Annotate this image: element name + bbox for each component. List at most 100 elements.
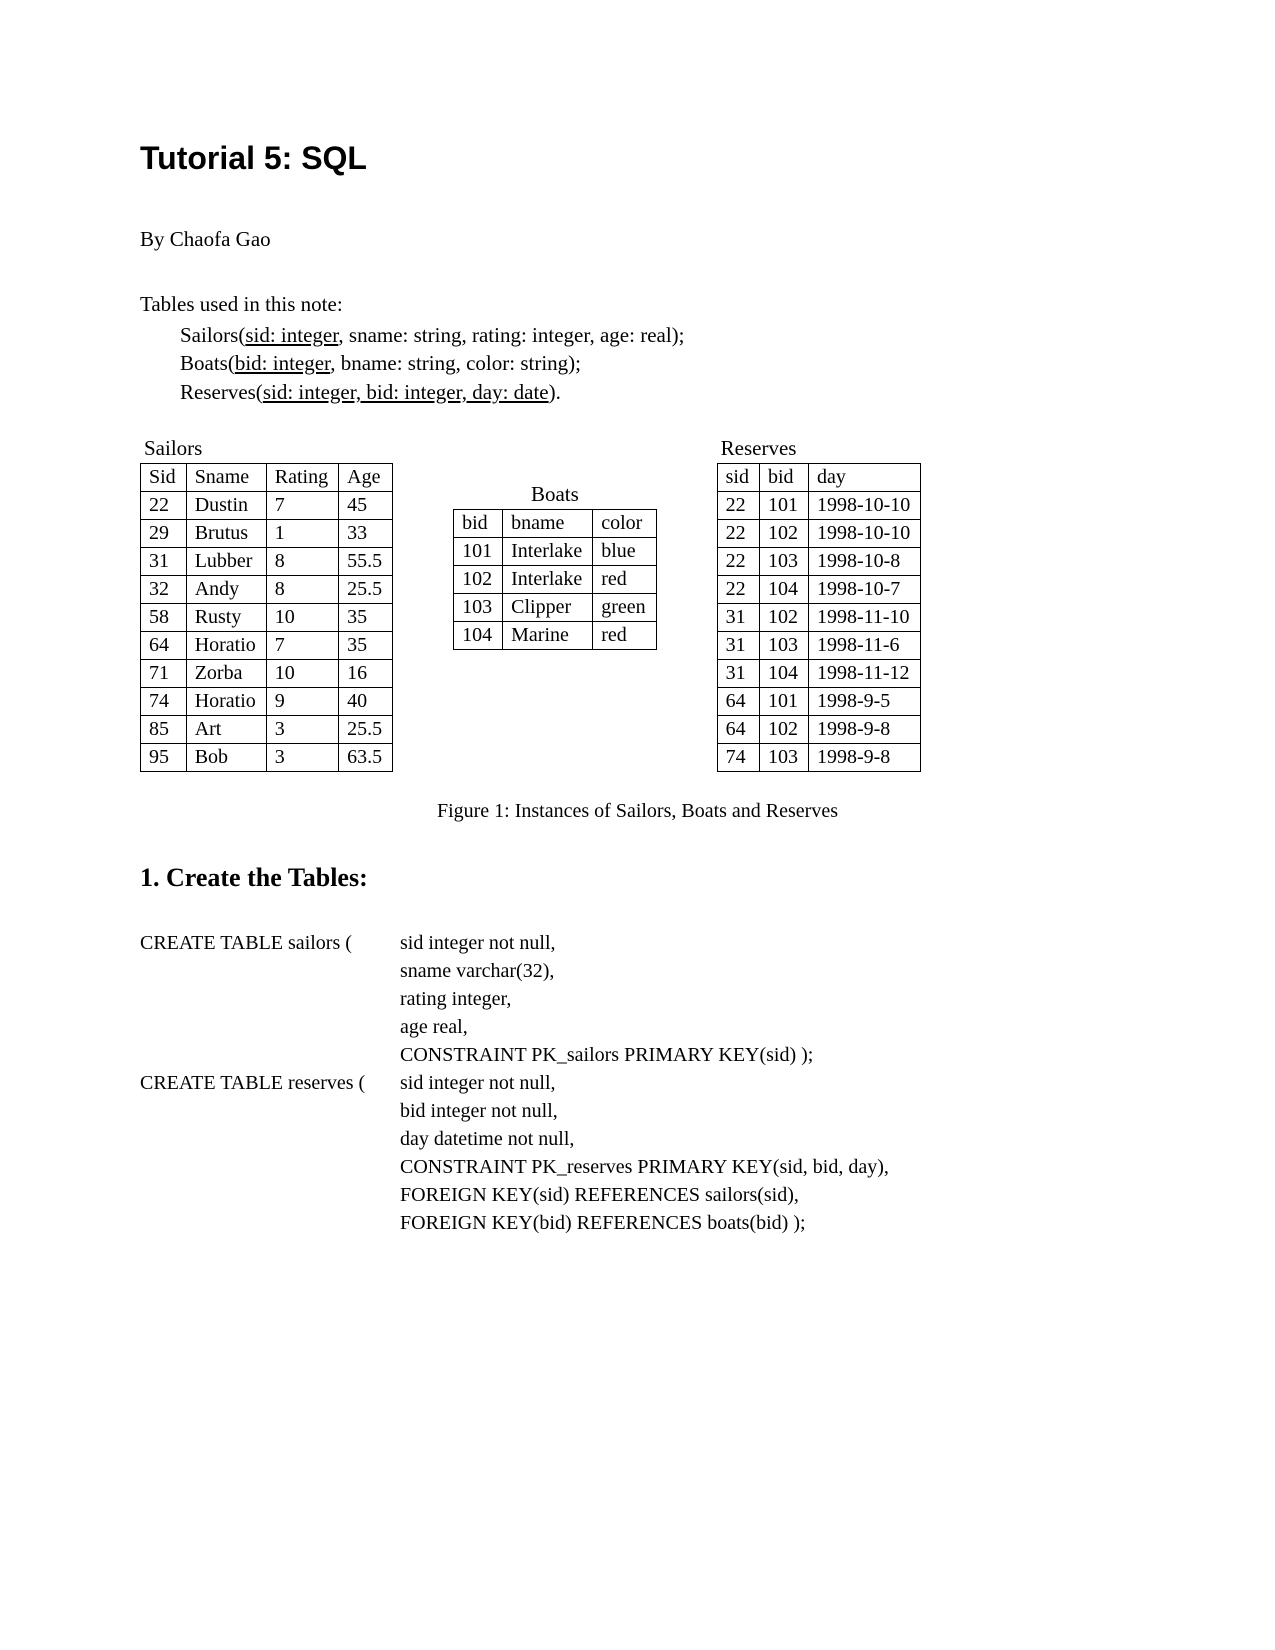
table-cell: 10: [266, 604, 338, 632]
boats-title: Boats: [453, 482, 657, 507]
table-cell: 1998-10-8: [808, 548, 920, 576]
table-cell: 1998-9-5: [808, 688, 920, 716]
table-header-cell: bid: [454, 510, 503, 538]
sql-line-right: rating integer,: [400, 985, 1135, 1013]
table-cell: 1998-10-10: [808, 520, 920, 548]
sql-line-left: [140, 985, 400, 1013]
schema-boats: Boats(bid: integer, bname: string, color…: [180, 349, 1135, 377]
table-cell: 64: [141, 632, 187, 660]
table-row: 103Clippergreen: [454, 594, 657, 622]
table-cell: 8: [266, 548, 338, 576]
sql-line-left: [140, 957, 400, 985]
table-cell: 1998-11-10: [808, 604, 920, 632]
sql-line-right: FOREIGN KEY(bid) REFERENCES boats(bid) )…: [400, 1209, 1135, 1237]
table-cell: 63.5: [339, 744, 393, 772]
author-line: By Chaofa Gao: [140, 227, 1135, 252]
table-cell: 8: [266, 576, 338, 604]
table-cell: 101: [759, 492, 808, 520]
table-cell: red: [593, 622, 656, 650]
sql-line: CONSTRAINT PK_reserves PRIMARY KEY(sid, …: [140, 1153, 1135, 1181]
table-cell: 35: [339, 604, 393, 632]
table-cell: Marine: [503, 622, 593, 650]
table-cell: Andy: [186, 576, 266, 604]
table-cell: 102: [759, 604, 808, 632]
table-cell: 29: [141, 520, 187, 548]
table-row: 95Bob363.5: [141, 744, 393, 772]
schema-reserves-rest: ).: [549, 380, 561, 404]
reserves-table: sidbidday221011998-10-10221021998-10-102…: [717, 463, 922, 772]
table-row: 32Andy825.5: [141, 576, 393, 604]
table-row: 29Brutus133: [141, 520, 393, 548]
table-cell: 103: [759, 632, 808, 660]
table-header-cell: day: [808, 464, 920, 492]
sailors-table: SidSnameRatingAge22Dustin74529Brutus1333…: [140, 463, 393, 772]
table-cell: 31: [717, 604, 759, 632]
table-row: 741031998-9-8: [717, 744, 921, 772]
table-cell: 3: [266, 716, 338, 744]
schema-sailors-rest: , sname: string, rating: integer, age: r…: [338, 323, 684, 347]
table-cell: 1: [266, 520, 338, 548]
table-cell: 95: [141, 744, 187, 772]
table-cell: 1998-9-8: [808, 744, 920, 772]
table-header-cell: Sname: [186, 464, 266, 492]
table-cell: 33: [339, 520, 393, 548]
table-cell: 101: [454, 538, 503, 566]
sql-line-right: sid integer not null,: [400, 1069, 1135, 1097]
table-row: 31Lubber855.5: [141, 548, 393, 576]
table-cell: 104: [759, 660, 808, 688]
schema-boats-key: bid: integer: [235, 351, 330, 375]
section-heading: 1. Create the Tables:: [140, 863, 1135, 893]
sql-line-left: [140, 1181, 400, 1209]
table-cell: 10: [266, 660, 338, 688]
sql-line-right: sid integer not null,: [400, 929, 1135, 957]
table-row: 71Zorba1016: [141, 660, 393, 688]
table-cell: 55.5: [339, 548, 393, 576]
schema-reserves-name: Reserves(: [180, 380, 263, 404]
sql-line-right: day datetime not null,: [400, 1125, 1135, 1153]
sql-line-left: [140, 1013, 400, 1041]
table-cell: 102: [759, 520, 808, 548]
table-row: 221021998-10-10: [717, 520, 921, 548]
table-cell: 7: [266, 492, 338, 520]
table-cell: Zorba: [186, 660, 266, 688]
table-cell: 22: [141, 492, 187, 520]
table-header-cell: bname: [503, 510, 593, 538]
sql-line-right: FOREIGN KEY(sid) REFERENCES sailors(sid)…: [400, 1181, 1135, 1209]
table-cell: 58: [141, 604, 187, 632]
table-cell: 7: [266, 632, 338, 660]
table-cell: 22: [717, 520, 759, 548]
table-header-cell: color: [593, 510, 656, 538]
boats-table: bidbnamecolor101Interlakeblue102Interlak…: [453, 509, 657, 650]
table-row: 221031998-10-8: [717, 548, 921, 576]
table-cell: Art: [186, 716, 266, 744]
table-header-cell: Sid: [141, 464, 187, 492]
sql-line: day datetime not null,: [140, 1125, 1135, 1153]
table-cell: 1998-11-12: [808, 660, 920, 688]
sql-line-left: [140, 1153, 400, 1181]
sql-line: rating integer,: [140, 985, 1135, 1013]
sailors-block: Sailors SidSnameRatingAge22Dustin74529Br…: [140, 436, 393, 772]
table-cell: 22: [717, 576, 759, 604]
table-cell: 1998-11-6: [808, 632, 920, 660]
table-header-cell: bid: [759, 464, 808, 492]
table-cell: 3: [266, 744, 338, 772]
table-cell: 71: [141, 660, 187, 688]
table-cell: 35: [339, 632, 393, 660]
table-cell: green: [593, 594, 656, 622]
sql-line-right: CONSTRAINT PK_sailors PRIMARY KEY(sid) )…: [400, 1041, 1135, 1069]
table-cell: 103: [759, 548, 808, 576]
table-row: 221011998-10-10: [717, 492, 921, 520]
sql-line-left: CREATE TABLE sailors (: [140, 929, 400, 957]
table-cell: Lubber: [186, 548, 266, 576]
table-cell: 103: [759, 744, 808, 772]
figure-caption: Figure 1: Instances of Sailors, Boats an…: [140, 800, 1135, 823]
table-cell: 31: [717, 632, 759, 660]
table-cell: Horatio: [186, 632, 266, 660]
table-row: 102Interlakered: [454, 566, 657, 594]
sql-line: age real,: [140, 1013, 1135, 1041]
table-cell: 74: [717, 744, 759, 772]
table-cell: 64: [717, 716, 759, 744]
schema-boats-name: Boats(: [180, 351, 235, 375]
page-title: Tutorial 5: SQL: [140, 140, 1135, 177]
table-cell: Brutus: [186, 520, 266, 548]
